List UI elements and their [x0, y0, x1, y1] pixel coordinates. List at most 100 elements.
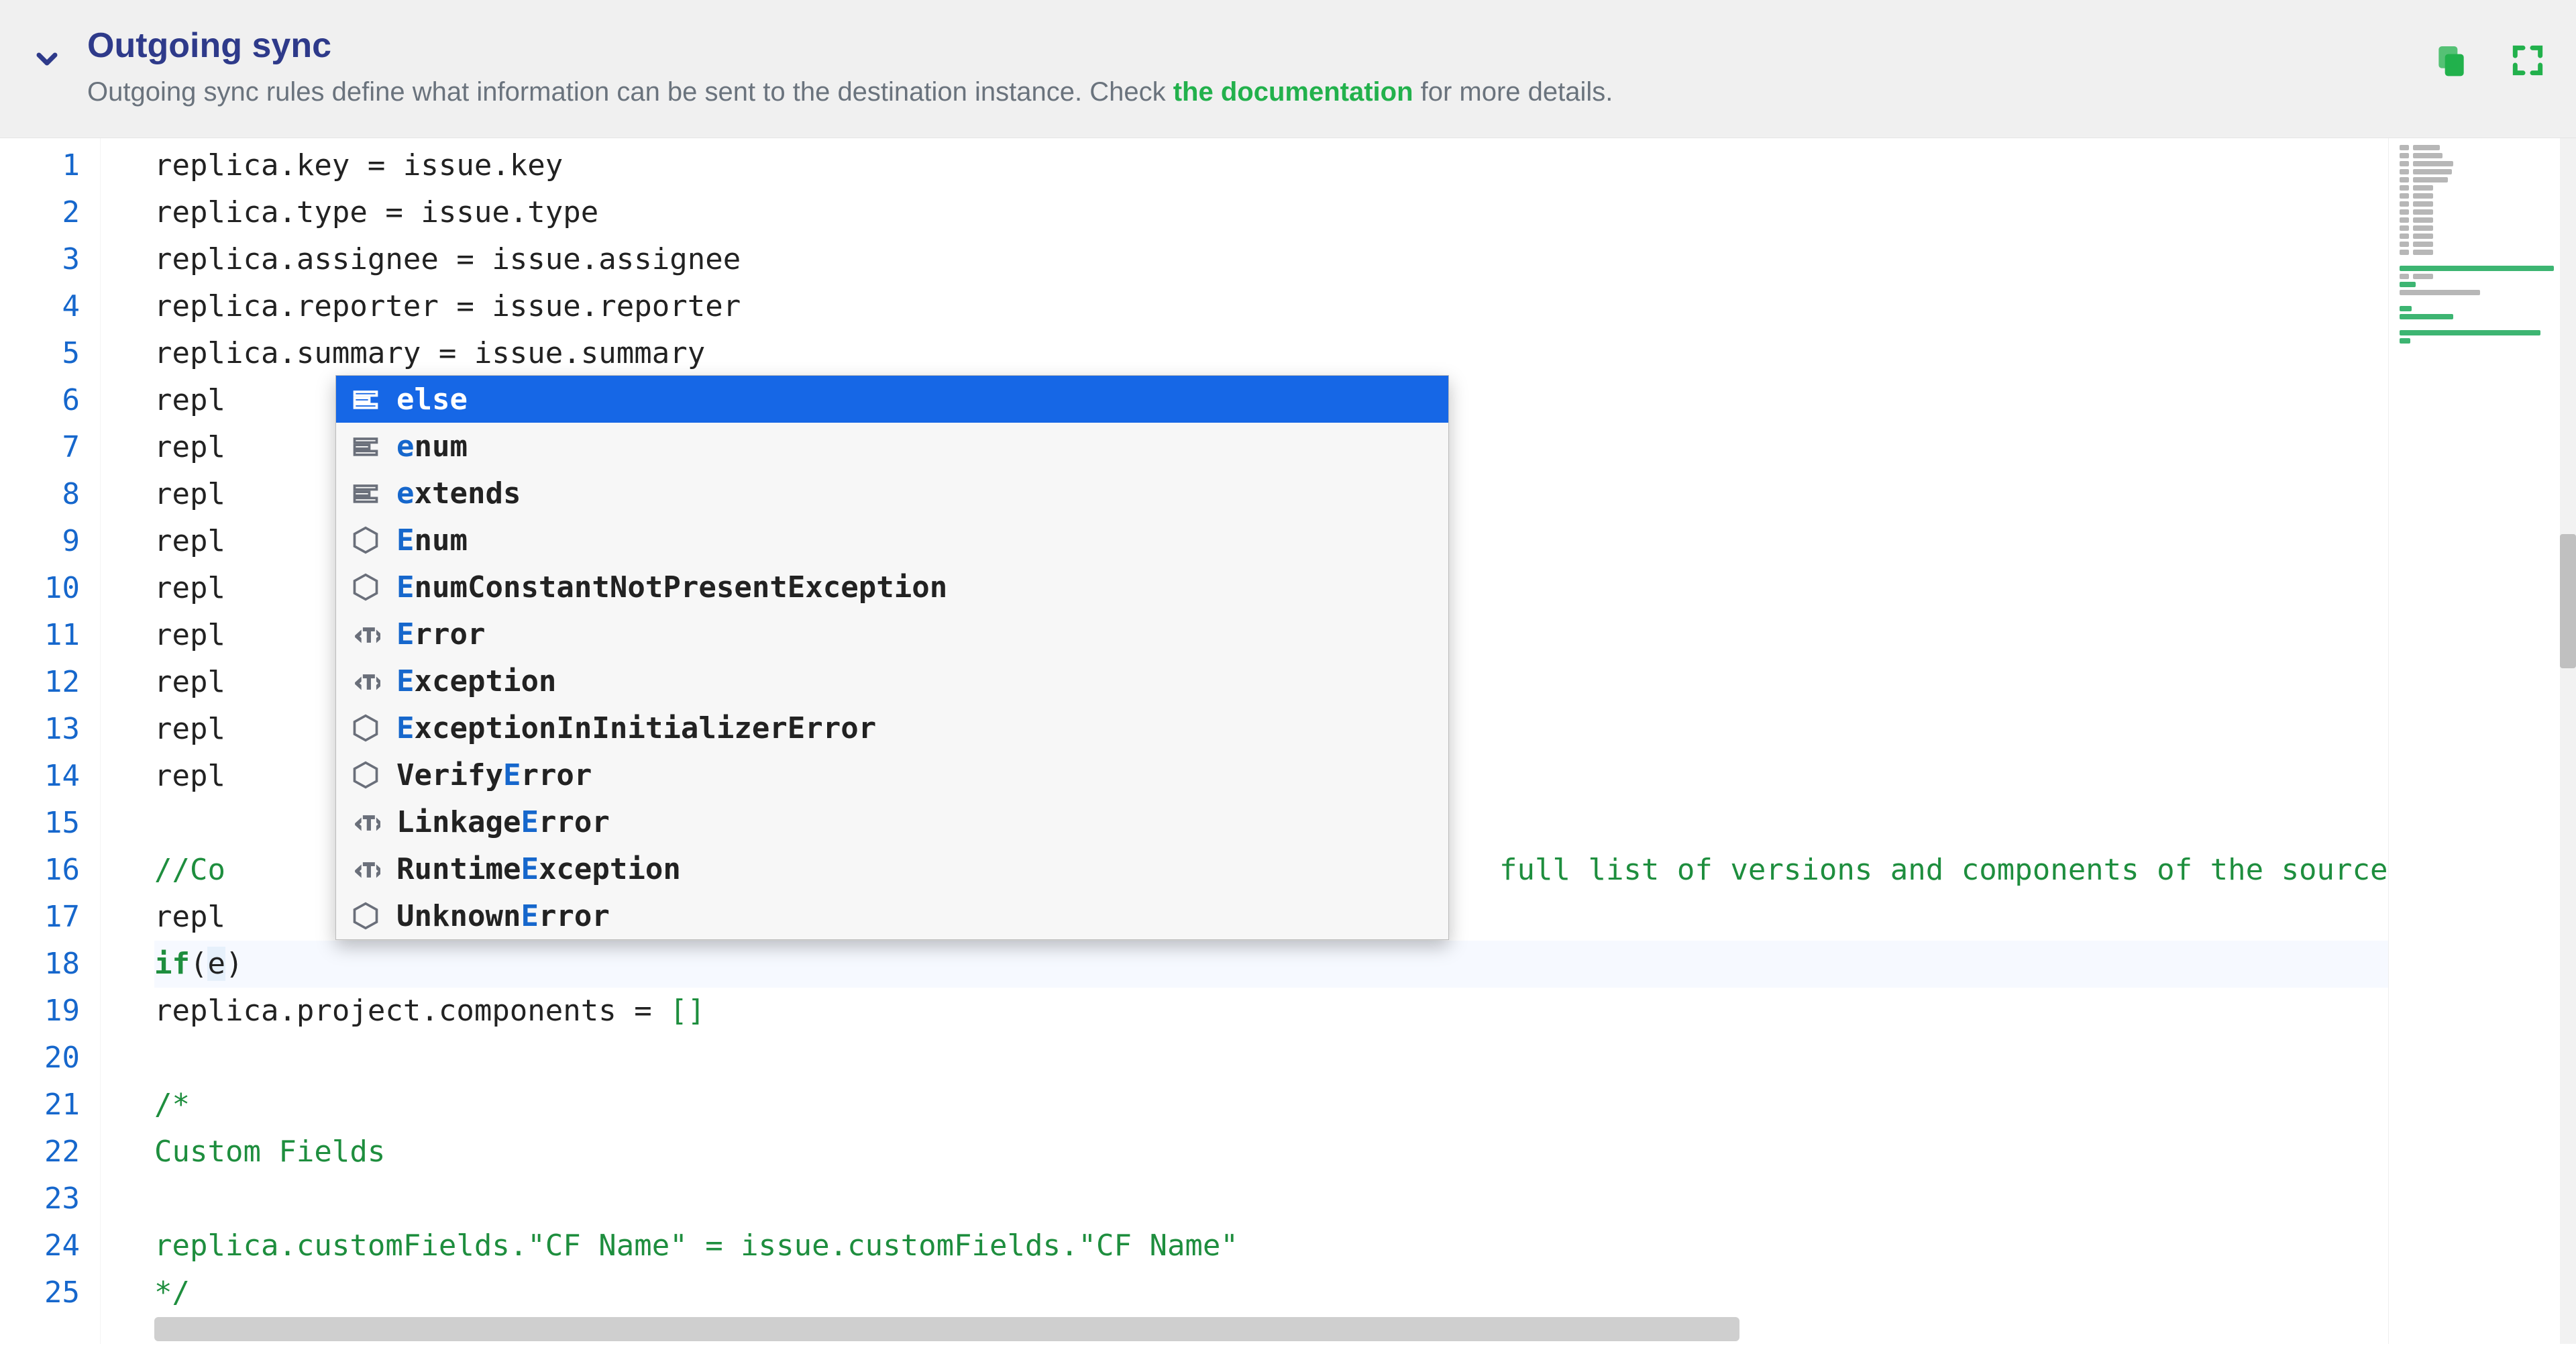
code-area[interactable]: replica.key = issue.keyreplica.type = is… [101, 138, 2388, 1344]
code-editor[interactable]: 1234567891011121314151617181920212223242… [0, 138, 2576, 1344]
keyword-icon [350, 477, 382, 509]
minimap-scrollbar-thumb[interactable] [2560, 534, 2576, 668]
line-number: 5 [0, 330, 100, 377]
line-number: 18 [0, 941, 100, 988]
line-number: 20 [0, 1035, 100, 1082]
svg-text:‹T›: ‹T› [354, 673, 380, 693]
type-icon: ‹T› [350, 665, 382, 697]
class-icon [350, 759, 382, 791]
header-text: Outgoing sync Outgoing sync rules define… [87, 27, 2403, 111]
autocomplete-item-label: EnumConstantNotPresentException [396, 570, 1435, 605]
minimap[interactable] [2388, 138, 2576, 1344]
fullscreen-button[interactable] [2506, 40, 2549, 83]
code-line[interactable]: replica.summary = issue.summary [154, 330, 2388, 377]
line-number: 2 [0, 189, 100, 236]
keyword-icon [350, 430, 382, 462]
autocomplete-item[interactable]: enum [336, 423, 1448, 470]
autocomplete-item[interactable]: EnumConstantNotPresentException [336, 564, 1448, 611]
subtitle-prefix: Outgoing sync rules define what informat… [87, 77, 1173, 107]
section-header: Outgoing sync Outgoing sync rules define… [0, 0, 2576, 138]
minimap-scrollbar-track[interactable] [2560, 138, 2576, 1344]
type-icon: ‹T› [350, 618, 382, 650]
code-line[interactable]: */ [154, 1269, 2388, 1316]
type-icon: ‹T› [350, 853, 382, 885]
type-icon: ‹T› [350, 806, 382, 838]
line-number: 11 [0, 612, 100, 659]
autocomplete-item[interactable]: extends [336, 470, 1448, 517]
autocomplete-item[interactable]: ‹T› LinkageError [336, 798, 1448, 845]
code-line[interactable]: /* [154, 1082, 2388, 1129]
copy-button[interactable] [2430, 40, 2473, 83]
autocomplete-item-label: RuntimeException [396, 852, 1435, 886]
line-number: 1 [0, 142, 100, 189]
header-actions [2430, 40, 2549, 83]
line-number: 3 [0, 236, 100, 283]
autocomplete-item[interactable]: ‹T› Error [336, 611, 1448, 658]
line-number: 22 [0, 1129, 100, 1175]
class-icon [350, 900, 382, 932]
class-icon [350, 571, 382, 603]
autocomplete-item-label: Error [396, 617, 1435, 651]
autocomplete-item[interactable]: Enum [336, 517, 1448, 564]
autocomplete-item-label: Exception [396, 664, 1435, 698]
line-number: 16 [0, 847, 100, 894]
code-line[interactable]: replica.customFields."CF Name" = issue.c… [154, 1222, 2388, 1269]
line-number: 14 [0, 753, 100, 800]
autocomplete-item-label: Enum [396, 523, 1435, 558]
horizontal-scrollbar-thumb[interactable] [154, 1317, 1739, 1341]
line-number: 17 [0, 894, 100, 941]
line-number: 4 [0, 283, 100, 330]
class-icon [350, 524, 382, 556]
line-gutter: 1234567891011121314151617181920212223242… [0, 138, 101, 1344]
line-number: 24 [0, 1222, 100, 1269]
line-number: 21 [0, 1082, 100, 1129]
line-number: 10 [0, 565, 100, 612]
code-line[interactable]: if(e) [154, 941, 2388, 988]
subtitle-suffix: for more details. [1413, 77, 1613, 107]
code-line[interactable]: replica.project.components = [] [154, 988, 2388, 1035]
documentation-link[interactable]: the documentation [1173, 77, 1413, 107]
line-number: 19 [0, 988, 100, 1035]
code-line[interactable]: replica.reporter = issue.reporter [154, 283, 2388, 330]
keyword-icon [350, 383, 382, 415]
line-number: 15 [0, 800, 100, 847]
code-line[interactable]: replica.type = issue.type [154, 189, 2388, 236]
autocomplete-item-label: UnknownError [396, 899, 1435, 933]
autocomplete-item[interactable]: ExceptionInInitializerError [336, 704, 1448, 751]
line-number: 6 [0, 377, 100, 424]
autocomplete-item[interactable]: ‹T› RuntimeException [336, 845, 1448, 892]
page-subtitle: Outgoing sync rules define what informat… [87, 73, 2403, 111]
fullscreen-icon [2509, 42, 2546, 83]
line-number: 13 [0, 706, 100, 753]
minimap-canvas [2400, 145, 2565, 346]
code-line[interactable] [154, 1035, 2388, 1082]
code-line[interactable]: Custom Fields [154, 1129, 2388, 1175]
autocomplete-item-label: LinkageError [396, 805, 1435, 839]
svg-text:‹T›: ‹T› [354, 814, 380, 834]
autocomplete-item-label: else [396, 382, 1435, 417]
code-line[interactable] [154, 1175, 2388, 1222]
autocomplete-item[interactable]: ‹T› Exception [336, 658, 1448, 704]
horizontal-scrollbar[interactable] [154, 1317, 2187, 1341]
autocomplete-popup[interactable]: else enum extends Enum EnumConstantNotPresen… [335, 375, 1449, 940]
line-number: 8 [0, 471, 100, 518]
autocomplete-item[interactable]: else [336, 376, 1448, 423]
line-number: 25 [0, 1269, 100, 1316]
autocomplete-item-label: extends [396, 476, 1435, 511]
class-icon [350, 712, 382, 744]
code-line[interactable]: replica.assignee = issue.assignee [154, 236, 2388, 283]
line-number: 9 [0, 518, 100, 565]
chevron-down-icon [31, 43, 63, 79]
autocomplete-item-label: VerifyError [396, 758, 1435, 792]
autocomplete-item-label: ExceptionInInitializerError [396, 711, 1435, 745]
autocomplete-item[interactable]: UnknownError [336, 892, 1448, 939]
line-number: 7 [0, 424, 100, 471]
line-number: 23 [0, 1175, 100, 1222]
collapse-toggle[interactable] [27, 40, 67, 81]
svg-text:‹T›: ‹T› [354, 861, 380, 881]
code-line[interactable]: replica.key = issue.key [154, 142, 2388, 189]
page-title: Outgoing sync [87, 27, 2403, 65]
app-root: Outgoing sync Outgoing sync rules define… [0, 0, 2576, 1360]
svg-text:‹T›: ‹T› [354, 626, 380, 646]
autocomplete-item[interactable]: VerifyError [336, 751, 1448, 798]
